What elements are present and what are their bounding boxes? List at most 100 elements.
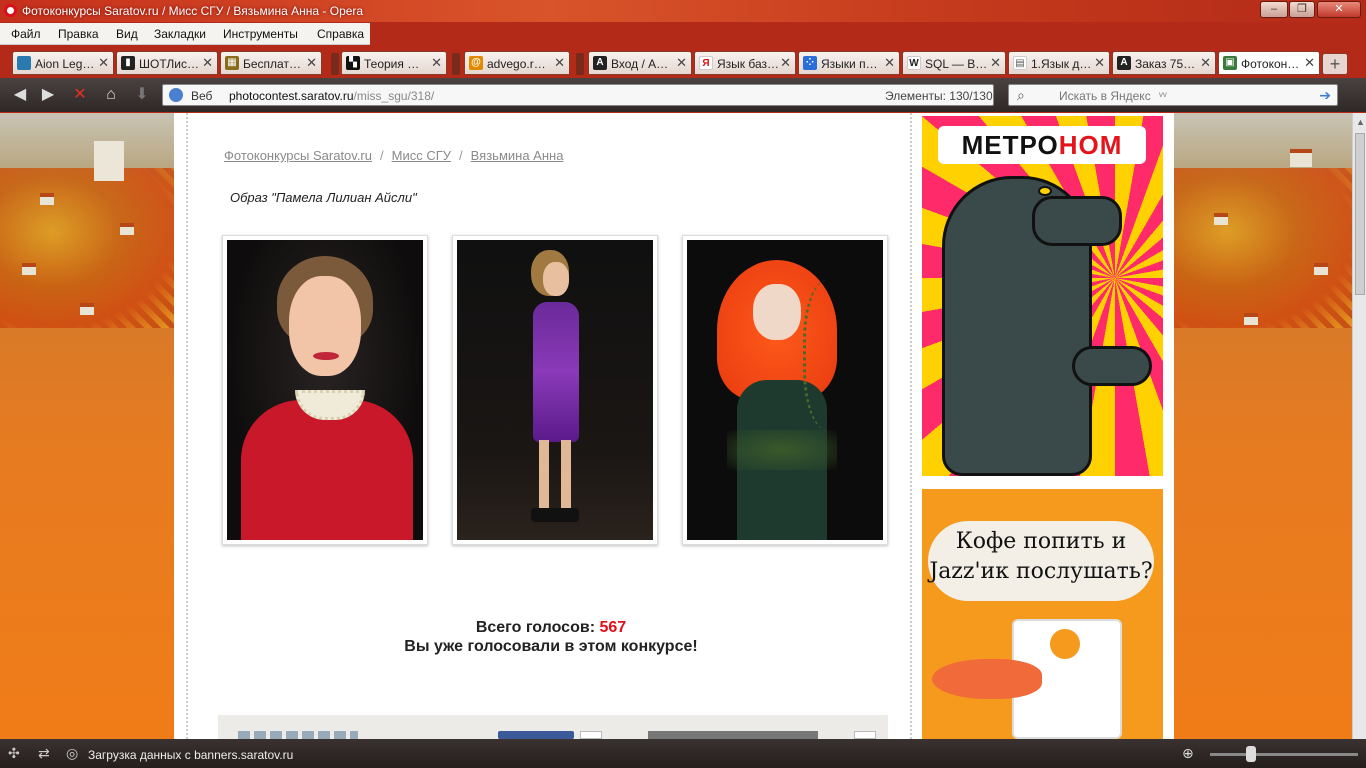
shrimp-illustration <box>932 659 1042 699</box>
search-input[interactable]: Искать в Яндекс <box>1059 89 1151 103</box>
menu-bookmarks[interactable]: Закладки <box>154 27 206 41</box>
tab-group-separator[interactable] <box>331 53 339 75</box>
coffee-slogan: Кофе попить и Jazz'ик послушать? <box>928 521 1154 601</box>
url-text[interactable]: photocontest.saratov.ru/miss_sgu/318/ <box>229 89 434 103</box>
tab-theory[interactable]: ▚ Теория … ✕ <box>341 51 447 75</box>
menu-tools[interactable]: Инструменты <box>223 27 298 41</box>
tab-shotlist[interactable]: ▮ ШОТЛис… ✕ <box>116 51 218 75</box>
download-icon[interactable]: ⬇ <box>132 86 152 104</box>
close-tab-icon[interactable]: ✕ <box>884 55 895 71</box>
tab-label: ШОТЛис… <box>139 57 199 71</box>
close-tab-icon[interactable]: ✕ <box>1094 55 1105 71</box>
already-voted-message: Вы уже голосовали в этом конкурсе! <box>404 638 698 655</box>
turbo-icon[interactable]: ◎ <box>66 745 78 762</box>
a-icon: A <box>593 56 607 70</box>
tab-data-language[interactable]: ▤ 1.Язык д… ✕ <box>1008 51 1110 75</box>
photo-thumbnail-2[interactable] <box>452 235 658 545</box>
zoom-slider-knob[interactable] <box>1246 746 1256 762</box>
back-arrow-icon[interactable]: ◀ <box>10 86 30 104</box>
scrollbar-thumb[interactable] <box>1355 133 1365 295</box>
search-extra-icon: ᵛᵛ <box>1159 89 1167 103</box>
share-bar <box>218 715 888 739</box>
menu-bar: Файл Правка Вид Закладки Инструменты Спр… <box>0 23 370 45</box>
metronom-banner[interactable]: МЕТРОНОМ <box>922 116 1163 476</box>
tab-label: Aion Leg… <box>35 57 95 71</box>
a-icon: A <box>1117 56 1131 70</box>
photo-caption: Образ "Памела Лилиан Айсли" <box>230 190 417 205</box>
vk-widget[interactable] <box>648 731 818 739</box>
tab-login[interactable]: A Вход / А… ✕ <box>588 51 692 75</box>
status-text: Загрузка данных с banners.saratov.ru <box>88 748 294 762</box>
home-icon[interactable]: ⌂ <box>101 86 121 104</box>
panels-icon[interactable]: ✣ <box>8 745 20 762</box>
close-button[interactable]: ✕ <box>1317 1 1361 18</box>
tab-label: Язык баз… <box>717 57 780 71</box>
tab-label: Вход / А… <box>611 57 669 71</box>
tab-aion[interactable]: Aion Leg… ✕ <box>12 51 114 75</box>
tab-languages[interactable]: ⁘ Языки п… ✕ <box>798 51 900 75</box>
zoom-slider[interactable] <box>1210 753 1358 756</box>
clapper-icon: ▚ <box>346 56 360 70</box>
tab-label: Заказ 75… <box>1135 57 1196 71</box>
tab-free[interactable]: ▦ Бесплат… ✕ <box>220 51 322 75</box>
main-content: Фотоконкурсы Saratov.ru / Мисс СГУ / Вязьмин… <box>186 113 912 739</box>
menu-edit[interactable]: Правка <box>58 27 99 41</box>
vertical-scrollbar[interactable]: ▲ <box>1352 113 1366 739</box>
search-icon[interactable]: ⌕ <box>1017 87 1025 104</box>
search-go-icon[interactable]: ➔ <box>1319 87 1331 104</box>
menu-view[interactable]: Вид <box>116 27 138 41</box>
scroll-up-icon[interactable]: ▲ <box>1356 117 1365 127</box>
menu-help[interactable]: Справка <box>317 27 364 41</box>
tab-label: advego.r… <box>487 57 546 71</box>
doc-icon: ▤ <box>1013 56 1027 70</box>
left-background-art <box>0 113 174 739</box>
maximize-button[interactable]: ❐ <box>1289 1 1315 18</box>
dots-icon: ⁘ <box>803 56 817 70</box>
tab-group-separator[interactable] <box>452 53 460 75</box>
status-bar: ✣ ⇄ ◎ Загрузка данных с banners.saratov.… <box>0 739 1366 768</box>
zoom-icon[interactable]: ⊕ <box>1182 745 1194 762</box>
tab-photocontest[interactable]: ▣ Фотокон… ✕ <box>1218 51 1320 75</box>
menu-file[interactable]: Файл <box>11 27 41 41</box>
close-tab-icon[interactable]: ✕ <box>676 55 687 71</box>
search-bar[interactable]: ⌕ Искать в Яндекс ᵛᵛ ➔ <box>1008 84 1338 106</box>
tab-label: SQL — В… <box>925 57 988 71</box>
chart-icon: ▮ <box>121 56 135 70</box>
breadcrumb-current-link[interactable]: Вязьмина Анна <box>471 148 564 163</box>
new-tab-button[interactable]: + <box>1322 53 1348 75</box>
window-title: Фотоконкурсы Saratov.ru / Мисс СГУ / Вяз… <box>22 4 364 18</box>
breadcrumb-home-link[interactable]: Фотоконкурсы Saratov.ru <box>224 148 372 163</box>
close-tab-icon[interactable]: ✕ <box>1200 55 1211 71</box>
share-icons[interactable] <box>238 731 358 739</box>
metronom-logo: МЕТРОНОМ <box>938 126 1146 164</box>
photo-thumbnail-3[interactable] <box>682 235 888 545</box>
close-tab-icon[interactable]: ✕ <box>306 55 317 71</box>
tab-database-language[interactable]: Я Язык баз… ✕ <box>694 51 796 75</box>
close-tab-icon[interactable]: ✕ <box>990 55 1001 71</box>
close-tab-icon[interactable]: ✕ <box>202 55 213 71</box>
tab-group-separator[interactable] <box>576 53 584 75</box>
photo-thumbnail-1[interactable] <box>222 235 428 545</box>
like-counter <box>580 731 602 739</box>
close-tab-icon[interactable]: ✕ <box>1304 55 1315 71</box>
elements-counter: Элементы: 130/130 <box>885 89 993 103</box>
address-bar[interactable]: Веб photocontest.saratov.ru/miss_sgu/318… <box>162 84 994 106</box>
tab-label: Бесплат… <box>243 57 301 71</box>
close-tab-icon[interactable]: ✕ <box>780 55 791 71</box>
close-tab-icon[interactable]: ✕ <box>431 55 442 71</box>
facebook-like-button[interactable] <box>498 731 574 739</box>
tab-order[interactable]: A Заказ 75… ✕ <box>1112 51 1216 75</box>
breadcrumb-section-link[interactable]: Мисс СГУ <box>392 148 451 163</box>
stop-icon[interactable]: ✕ <box>70 86 90 104</box>
close-tab-icon[interactable]: ✕ <box>554 55 565 71</box>
sync-icon[interactable]: ⇄ <box>38 745 50 762</box>
tab-label: Языки п… <box>821 57 878 71</box>
window-titlebar: Фотоконкурсы Saratov.ru / Мисс СГУ / Вяз… <box>0 0 1366 22</box>
grid-icon: ▦ <box>225 56 239 70</box>
coffee-banner[interactable]: Кофе попить и Jazz'ик послушать? <box>922 489 1163 739</box>
close-tab-icon[interactable]: ✕ <box>98 55 109 71</box>
minimize-button[interactable]: – <box>1260 1 1288 18</box>
forward-arrow-icon[interactable]: ▶ <box>38 86 58 104</box>
tab-sql[interactable]: W SQL — В… ✕ <box>902 51 1006 75</box>
tab-advego[interactable]: @ advego.r… ✕ <box>464 51 570 75</box>
